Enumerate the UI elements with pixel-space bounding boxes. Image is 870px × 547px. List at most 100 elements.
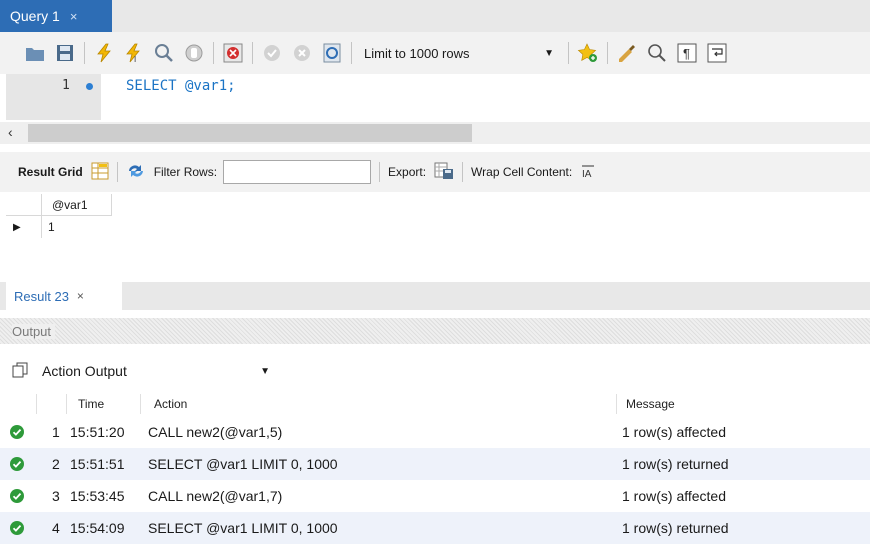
column-divider — [140, 394, 141, 414]
result-grid: @var1 ▶ 1 — [0, 192, 870, 252]
wrap-cell-icon[interactable]: IA — [580, 163, 596, 182]
line-number: 1 — [62, 78, 70, 93]
row-time: 15:53:45 — [70, 488, 125, 504]
column-divider — [66, 394, 67, 414]
toolbar-separator — [116, 162, 118, 182]
row-time: 15:51:51 — [70, 456, 125, 472]
row-action: SELECT @var1 LIMIT 0, 1000 — [148, 456, 338, 472]
result-tab-strip: Result 23 × — [0, 282, 870, 310]
wrap-cell-label: Wrap Cell Content: — [471, 165, 573, 179]
row-message: 1 row(s) affected — [622, 424, 727, 440]
svg-text:¶: ¶ — [683, 46, 690, 61]
sql-code[interactable]: SELECT @var1; — [126, 78, 236, 94]
row-time: 15:51:20 — [70, 424, 125, 440]
add-snippet-icon[interactable] — [577, 42, 599, 64]
result-grid-tab[interactable]: Result Grid — [18, 165, 83, 179]
filter-rows-input[interactable] — [223, 160, 372, 184]
success-check-icon — [10, 425, 24, 439]
column-divider — [616, 394, 617, 414]
table-row[interactable]: 4 15:54:09 SELECT @var1 LIMIT 0, 1000 1 … — [0, 512, 870, 544]
table-row[interactable]: 2 15:51:51 SELECT @var1 LIMIT 0, 1000 1 … — [0, 448, 870, 480]
tab-label: Query 1 — [10, 8, 60, 24]
beautify-icon[interactable] — [616, 42, 638, 64]
table-row[interactable]: 1 15:51:20 CALL new2(@var1,5) 1 row(s) a… — [0, 416, 870, 448]
output-panel-header: Output — [0, 318, 870, 344]
row-action: CALL new2(@var1,5) — [148, 424, 283, 440]
output-table-header: Time Action Message — [0, 392, 870, 416]
limit-rows-select[interactable]: Limit to 1000 rows ▼ — [360, 42, 560, 64]
open-file-icon[interactable] — [24, 42, 46, 64]
grid-corner[interactable] — [6, 194, 42, 216]
sql-editor[interactable]: 1 SELECT @var1; — [0, 74, 870, 122]
success-check-icon — [10, 521, 24, 535]
line-gutter — [6, 74, 101, 120]
column-header-action[interactable]: Action — [154, 397, 187, 411]
chevron-down-icon: ▼ — [544, 47, 554, 59]
row-number: 4 — [52, 520, 60, 536]
column-header-time[interactable]: Time — [78, 397, 104, 411]
grid-view-icon[interactable] — [91, 162, 109, 183]
stop-icon[interactable] — [183, 42, 205, 64]
toolbar-separator — [213, 42, 214, 64]
scrollbar-thumb[interactable] — [28, 124, 472, 142]
row-number: 3 — [52, 488, 60, 504]
scroll-left-icon[interactable]: ‹ — [8, 124, 13, 140]
column-header-message[interactable]: Message — [626, 397, 675, 411]
row-action: SELECT @var1 LIMIT 0, 1000 — [148, 520, 338, 536]
column-divider — [36, 394, 37, 414]
refresh-icon[interactable] — [126, 162, 146, 183]
toolbar-separator — [252, 42, 253, 64]
success-check-icon — [10, 489, 24, 503]
svg-text:IA: IA — [582, 169, 592, 179]
chevron-down-icon: ▼ — [260, 366, 270, 377]
toolbar-separator — [379, 162, 381, 182]
toggle-errors-icon[interactable] — [222, 42, 244, 64]
row-number: 2 — [52, 456, 60, 472]
row-action: CALL new2(@var1,7) — [148, 488, 283, 504]
editor-toolbar: I Limit to 1000 rows ▼ ¶ — [0, 32, 870, 74]
commit-icon[interactable] — [261, 42, 283, 64]
action-output-table: Time Action Message 1 15:51:20 CALL new2… — [0, 392, 870, 544]
save-icon[interactable] — [54, 42, 76, 64]
toolbar-separator — [607, 42, 608, 64]
tab-label: Result 23 — [14, 288, 69, 304]
autocommit-icon[interactable] — [321, 42, 343, 64]
toolbar-separator — [568, 42, 569, 64]
row-time: 15:54:09 — [70, 520, 125, 536]
row-message: 1 row(s) returned — [622, 520, 729, 536]
statement-marker-icon — [86, 83, 93, 90]
tab-query-1[interactable]: Query 1 × — [0, 0, 112, 32]
toolbar-separator — [84, 42, 85, 64]
toolbar-separator — [462, 162, 464, 182]
limit-rows-value: Limit to 1000 rows — [364, 45, 470, 61]
close-tab-icon[interactable]: × — [70, 9, 78, 24]
invisible-chars-icon[interactable]: ¶ — [676, 42, 698, 64]
output-mode-select[interactable]: Action Output ▼ — [42, 363, 270, 379]
table-row[interactable]: 3 15:53:45 CALL new2(@var1,7) 1 row(s) a… — [0, 480, 870, 512]
export-label: Export: — [388, 165, 427, 179]
tab-result-23[interactable]: Result 23 × — [6, 282, 122, 310]
execute-current-icon[interactable]: I — [123, 42, 145, 64]
grid-cell[interactable]: 1 — [42, 216, 112, 238]
result-toolbar: Result Grid Filter Rows: Export: Wrap Ce… — [0, 152, 870, 192]
row-number: 1 — [52, 424, 60, 440]
rollback-icon[interactable] — [291, 42, 313, 64]
row-message: 1 row(s) affected — [622, 488, 727, 504]
find-replace-icon[interactable] — [646, 42, 668, 64]
output-title: Output — [12, 323, 56, 339]
close-tab-icon[interactable]: × — [77, 289, 84, 303]
filter-rows-label: Filter Rows: — [153, 165, 218, 179]
current-row-icon[interactable]: ▶ — [6, 216, 42, 238]
query-tab-strip: Query 1 × — [0, 0, 870, 32]
column-header[interactable]: @var1 — [42, 194, 112, 216]
explain-icon[interactable] — [153, 42, 175, 64]
success-check-icon — [10, 457, 24, 471]
toolbar-separator — [351, 42, 352, 64]
copy-icon[interactable] — [12, 362, 28, 381]
export-icon[interactable] — [434, 162, 454, 183]
output-mode-value: Action Output — [42, 363, 127, 379]
execute-icon[interactable] — [93, 42, 115, 64]
editor-horizontal-scrollbar[interactable]: ‹ — [0, 122, 870, 144]
wrap-lines-icon[interactable] — [706, 42, 728, 64]
output-toolbar: Action Output ▼ — [0, 356, 870, 386]
